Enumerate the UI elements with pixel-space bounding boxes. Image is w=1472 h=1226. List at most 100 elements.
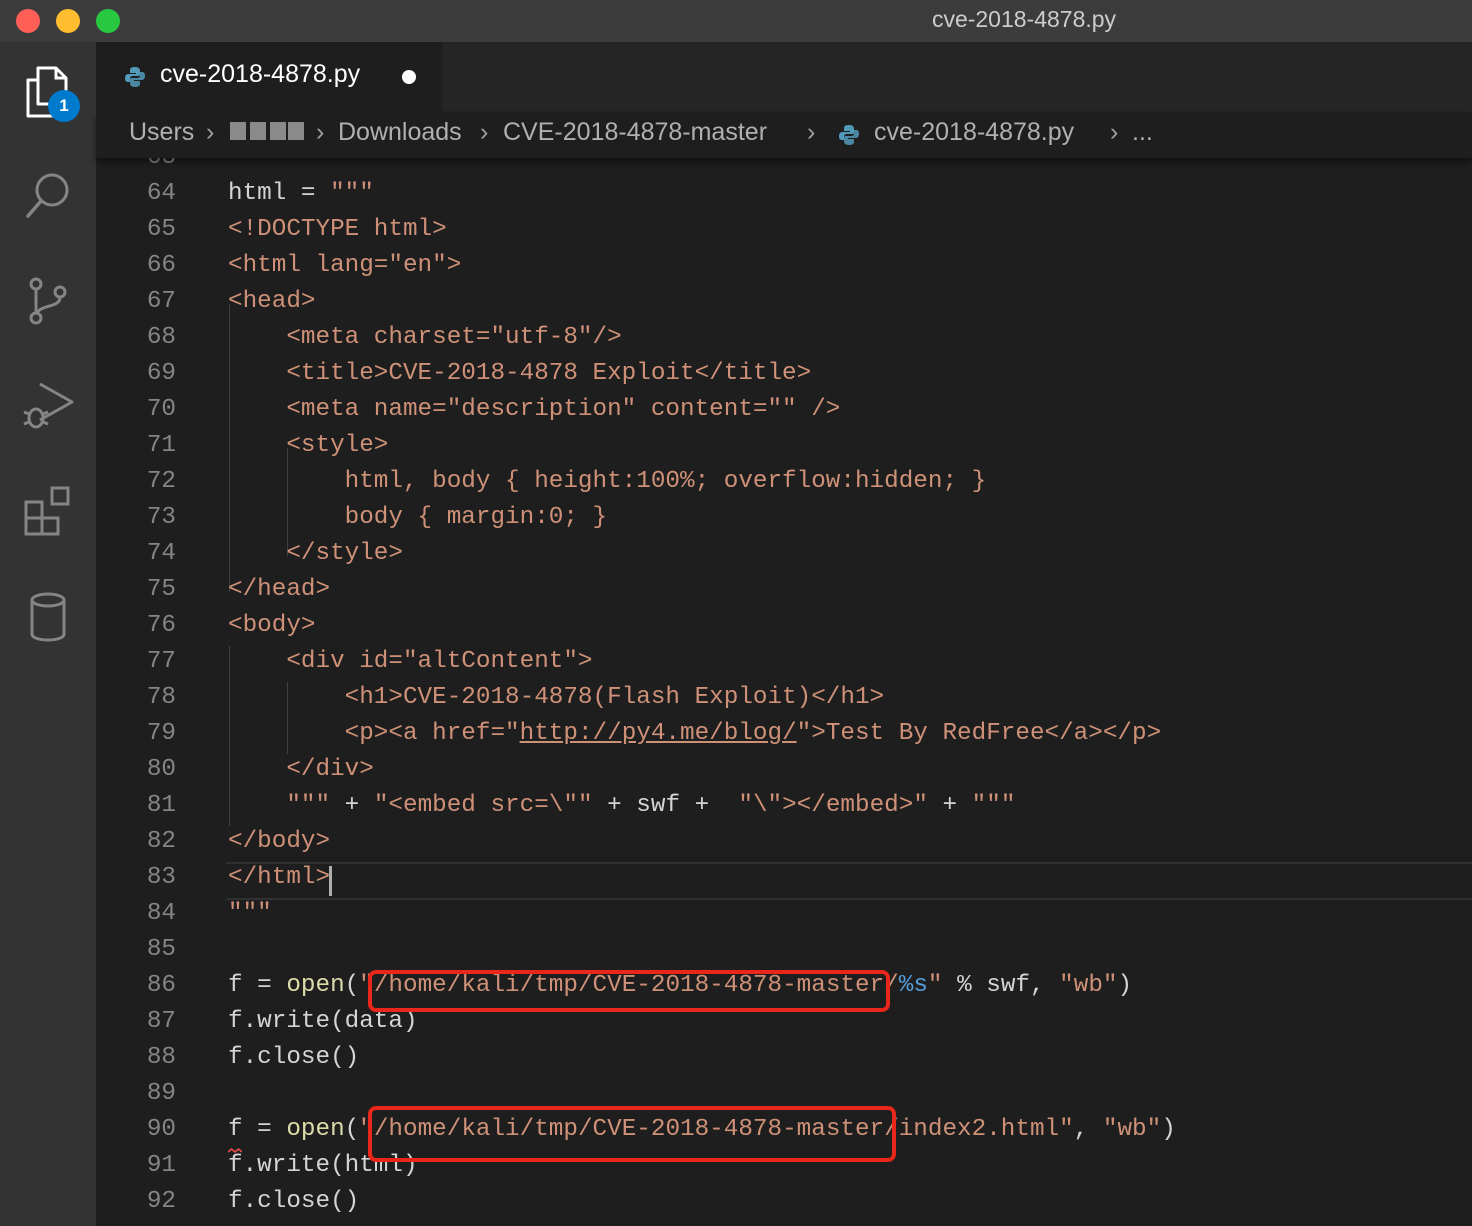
- chevron-right-icon: ›: [316, 118, 325, 146]
- code-token: """: [330, 180, 374, 207]
- line-number: 67: [146, 288, 176, 315]
- line-number: 82: [146, 828, 176, 855]
- tab-label: cve-2018-4878.py: [160, 60, 361, 88]
- code-token: <!DOCTYPE html>: [228, 216, 447, 243]
- window-title: cve-2018-4878.py: [931, 6, 1117, 32]
- code-line[interactable]: 64 html = """: [96, 176, 1472, 212]
- line-number: 84: [146, 900, 176, 927]
- code-token: <title>CVE-2018-4878 Exploit</title>: [228, 360, 812, 387]
- code-line[interactable]: 67 <head>: [96, 284, 1472, 320]
- code-line[interactable]: 77 <div id="altContent">: [96, 644, 1472, 680]
- code-line[interactable]: 71 <style>: [96, 428, 1472, 464]
- database-button[interactable]: [0, 568, 96, 668]
- explorer-button[interactable]: 1: [0, 42, 96, 142]
- code-line[interactable]: 80 </div>: [96, 752, 1472, 788]
- breadcrumb-users[interactable]: Users: [129, 118, 194, 147]
- line-number: 64: [146, 180, 176, 207]
- search-button[interactable]: [0, 146, 96, 246]
- line-number: 90: [146, 1116, 176, 1143]
- line-code: </body>: [228, 824, 330, 860]
- code-token: "wb": [1059, 972, 1118, 999]
- line-code: <meta charset="utf-8"/>: [228, 320, 621, 356]
- code-line[interactable]: 68 <meta charset="utf-8"/>: [96, 320, 1472, 356]
- breadcrumb-downloads[interactable]: Downloads: [338, 118, 462, 147]
- code-token: http://py4.me/blog/: [519, 720, 797, 747]
- code-line[interactable]: 74 </style>: [96, 536, 1472, 572]
- code-token: """: [971, 792, 1016, 819]
- breadcrumb-folder[interactable]: CVE-2018-4878-master: [503, 118, 767, 147]
- tab-cve-2018-4878-py[interactable]: cve-2018-4878.py: [96, 42, 442, 112]
- code-token: """: [228, 900, 272, 927]
- line-number: 79: [146, 720, 176, 747]
- code-line[interactable]: 84 """: [96, 896, 1472, 932]
- activity-bar: 1: [0, 42, 96, 1226]
- line-code: """ + "<embed src=\"" + swf + "\"></embe…: [228, 788, 1015, 824]
- code-line[interactable]: 78 <h1>CVE-2018-4878(Flash Exploit)</h1>: [96, 680, 1472, 716]
- code-token: </html>: [228, 864, 331, 891]
- code-line[interactable]: 79 <p><a href="http://py4.me/blog/">Test…: [96, 716, 1472, 752]
- title-bar: cve-2018-4878.py: [0, 0, 1472, 42]
- code-line[interactable]: 66 <html lang="en">: [96, 248, 1472, 284]
- line-code: </div>: [228, 752, 374, 788]
- code-line[interactable]: 82 </body>: [96, 824, 1472, 860]
- line-code: <head>: [228, 284, 315, 320]
- code-line[interactable]: 70 <meta name="description" content="" /…: [96, 392, 1472, 428]
- code-line[interactable]: 81 """ + "<embed src=\"" + swf + "\"></e…: [96, 788, 1472, 824]
- line-number: 89: [146, 1080, 176, 1107]
- code-line[interactable]: 65 <!DOCTYPE html>: [96, 212, 1472, 248]
- line-number: 77: [146, 648, 176, 675]
- code-line[interactable]: 72 html, body { height:100%; overflow:hi…: [96, 464, 1472, 500]
- line-code: <title>CVE-2018-4878 Exploit</title>: [228, 356, 811, 392]
- code-token: <html lang="en">: [228, 252, 462, 279]
- line-code: f.close(): [228, 1184, 359, 1220]
- code-token: <head>: [228, 288, 316, 315]
- code-line[interactable]: 92 f.close(): [96, 1184, 1472, 1220]
- line-code: <div id="altContent">: [228, 644, 592, 680]
- code-line[interactable]: 85: [96, 932, 1472, 968]
- line-code: </html>: [228, 860, 330, 896]
- code-token: %s: [898, 972, 928, 999]
- code-token: ,: [1073, 1116, 1103, 1143]
- line-number: 63: [116, 158, 176, 176]
- code-line[interactable]: 75 </head>: [96, 572, 1472, 608]
- code-token: + swf +: [592, 792, 739, 819]
- breadcrumb-more[interactable]: ...: [1132, 118, 1153, 147]
- line-number: 76: [146, 612, 176, 639]
- code-token: ): [1117, 972, 1133, 999]
- line-number: 65: [146, 216, 176, 243]
- code-token: </style>: [228, 540, 403, 567]
- line-number: 88: [146, 1044, 176, 1071]
- code-line[interactable]: 63: [96, 158, 1472, 176]
- code-token: "<embed src=\"": [373, 792, 593, 819]
- tab-bar: cve-2018-4878.py: [96, 42, 1472, 112]
- code-token: open: [286, 1116, 345, 1143]
- database-icon: [30, 592, 66, 642]
- code-editor[interactable]: 63 64 html = """ 65 <!DOCTYPE html> 66 <html l…: [96, 158, 1472, 1226]
- run-debug-button[interactable]: [0, 358, 96, 458]
- run-debug-icon: [23, 382, 74, 429]
- chevron-right-icon: ›: [206, 118, 215, 146]
- code-line[interactable]: 88 f.close(): [96, 1040, 1472, 1076]
- source-control-icon: [29, 277, 67, 325]
- line-code: """: [228, 896, 272, 932]
- breadcrumb-redacted-user[interactable]: [230, 122, 306, 148]
- code-token: f =: [228, 1116, 287, 1143]
- source-control-button[interactable]: [0, 252, 96, 352]
- code-line[interactable]: 76 <body>: [96, 608, 1472, 644]
- code-line[interactable]: 83 </html>: [96, 860, 1472, 896]
- line-number: 87: [146, 1008, 176, 1035]
- code-token: <style>: [228, 432, 389, 459]
- line-number: 69: [146, 360, 176, 387]
- extensions-button[interactable]: [0, 462, 96, 562]
- unsaved-dot-icon[interactable]: [402, 70, 416, 84]
- text-cursor: [329, 866, 332, 896]
- code-line[interactable]: 73 body { margin:0; }: [96, 500, 1472, 536]
- line-number: 72: [146, 468, 176, 495]
- line-code: html, body { height:100%; overflow:hidde…: [228, 464, 987, 500]
- code-token: <p><a href=": [228, 720, 520, 747]
- line-code: </style>: [228, 536, 403, 572]
- code-line[interactable]: 69 <title>CVE-2018-4878 Exploit</title>: [96, 356, 1472, 392]
- code-token: f.close(): [228, 1188, 360, 1215]
- breadcrumb-file[interactable]: cve-2018-4878.py: [874, 118, 1074, 147]
- annotation-box-path-1: [368, 970, 890, 1012]
